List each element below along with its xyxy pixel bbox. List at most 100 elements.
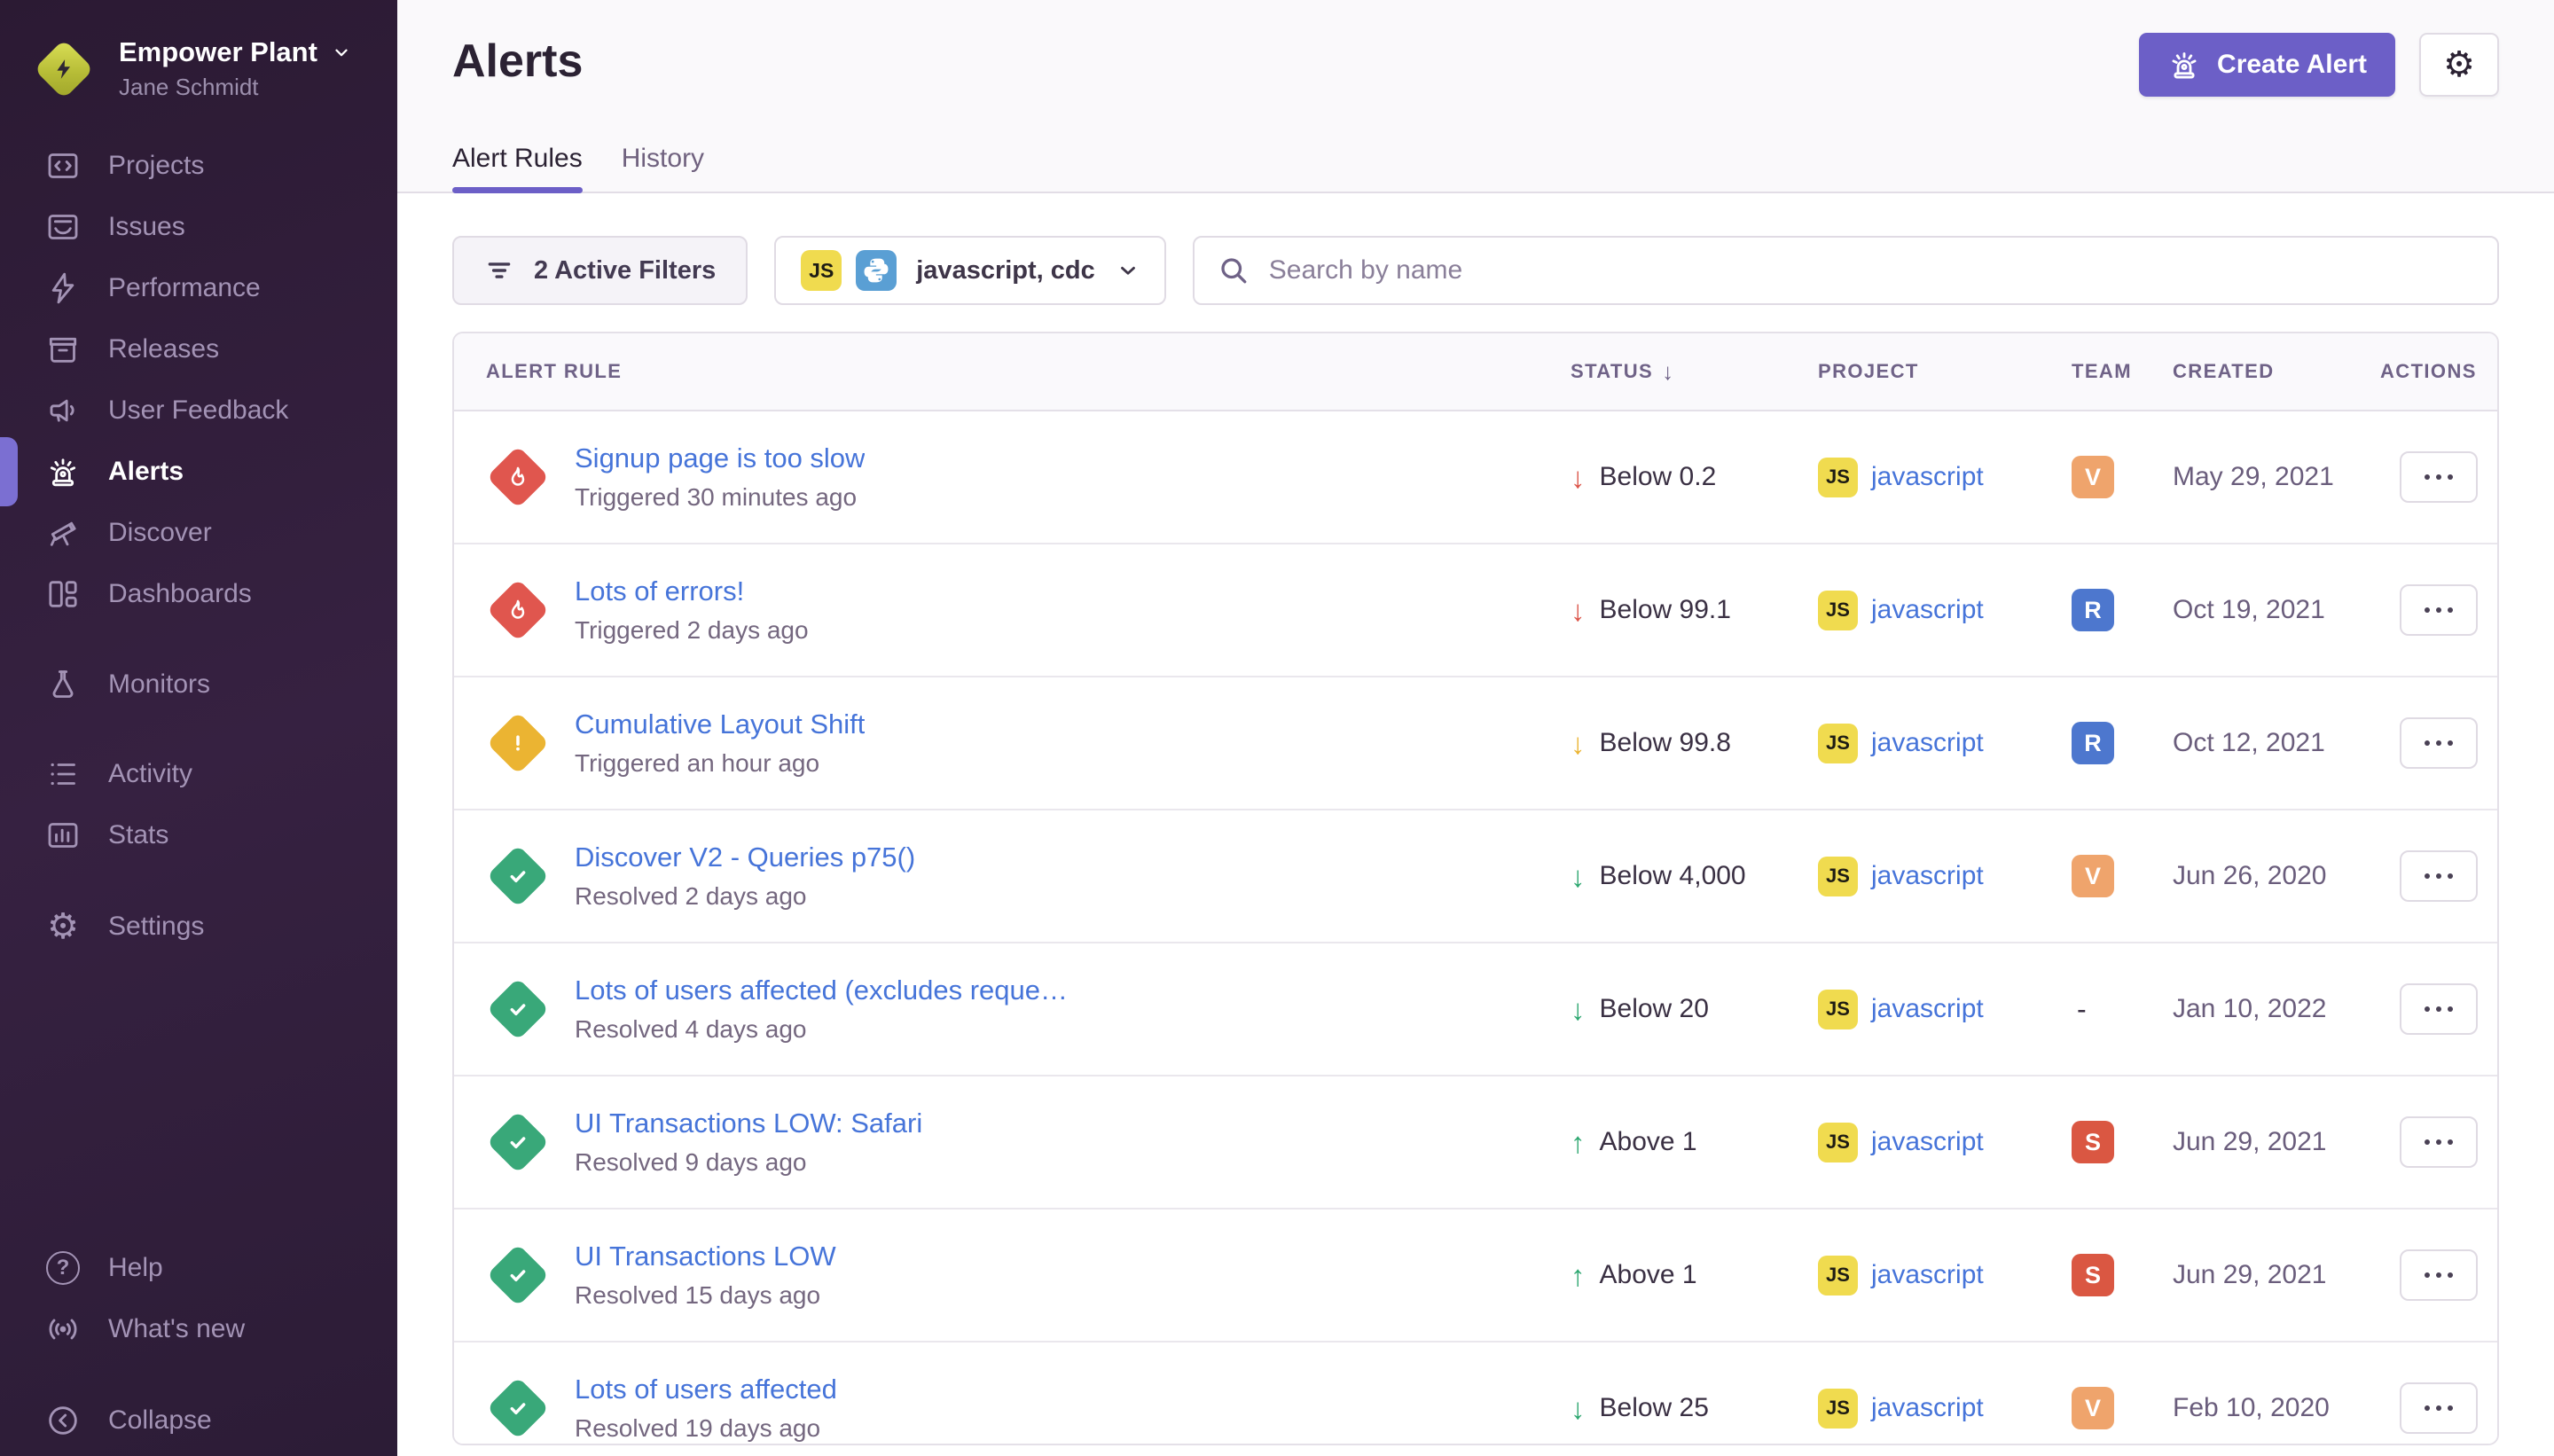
sidebar-item-label: What's new (108, 1314, 245, 1344)
sidebar-item-alerts[interactable]: Alerts (0, 441, 397, 502)
row-actions-button[interactable] (2400, 983, 2478, 1035)
alert-title-link[interactable]: Signup page is too slow (575, 442, 865, 474)
sidebar-item-monitors[interactable]: Monitors (0, 654, 397, 715)
alert-title-link[interactable]: Lots of users affected (excludes reque… (575, 975, 1068, 1006)
project-link[interactable]: javascript (1871, 728, 1984, 758)
actions-cell (2380, 1382, 2497, 1434)
project-link[interactable]: javascript (1871, 1127, 1984, 1157)
status-cell: ↓ Below 99.1 (1571, 595, 1818, 625)
alert-title-link[interactable]: Cumulative Layout Shift (575, 708, 865, 740)
row-actions-button[interactable] (2400, 717, 2478, 769)
stats-icon (44, 817, 82, 854)
status-value: Below 0.2 (1600, 462, 1717, 492)
row-actions-button[interactable] (2400, 1382, 2478, 1434)
alert-rule-cell: Lots of users affected (excludes reque… … (454, 975, 1571, 1044)
project-selector-dropdown[interactable]: JS javascript, cdc (774, 236, 1166, 305)
alerts-icon (44, 453, 82, 490)
filter-icon (484, 255, 514, 286)
search-input[interactable] (1267, 254, 2474, 286)
resolved-severity-icon (486, 1110, 550, 1174)
status-cell: ↓ Below 0.2 (1571, 462, 1818, 492)
alert-title-link[interactable]: Lots of errors! (575, 575, 809, 607)
settings-gear-button[interactable]: ⚙ (2419, 33, 2499, 97)
warning-severity-icon (486, 711, 550, 775)
row-actions-button[interactable] (2400, 850, 2478, 902)
sidebar-nav: ProjectsIssuesPerformance Releases User Fe… (0, 112, 397, 957)
table-row: Lots of users affected (excludes reque… … (454, 943, 2497, 1076)
created-date: Jun 29, 2021 (2173, 1260, 2380, 1290)
project-cell: JS javascript (1818, 591, 2072, 630)
table-row: Lots of errors! Triggered 2 days ago ↓ B… (454, 544, 2497, 677)
sidebar-item-dashboards[interactable]: Dashboards (0, 563, 397, 624)
alert-title-link[interactable]: Discover V2 - Queries p75() (575, 842, 915, 873)
tab-alert-rules[interactable]: Alert Rules (452, 144, 583, 192)
project-cell: JS javascript (1818, 1256, 2072, 1296)
sidebar-item-performance[interactable]: Performance (0, 257, 397, 318)
row-actions-button[interactable] (2400, 1116, 2478, 1168)
sidebar-item-settings[interactable]: ⚙Settings (0, 896, 397, 957)
resolved-severity-icon (486, 844, 550, 908)
status-direction-icon: ↓ (1571, 995, 1586, 1024)
resolved-severity-icon (486, 1243, 550, 1307)
column-header-project: PROJECT (1818, 360, 2072, 383)
alert-title-link[interactable]: Lots of users affected (575, 1374, 837, 1405)
project-link[interactable]: javascript (1871, 994, 1984, 1024)
project-selector-value: javascript, cdc (916, 256, 1095, 286)
sidebar-item-projects[interactable]: Projects (0, 135, 397, 196)
alert-title-link[interactable]: UI Transactions LOW (575, 1241, 836, 1272)
create-alert-button[interactable]: Create Alert (2139, 33, 2395, 97)
status-direction-icon: ↓ (1571, 596, 1586, 625)
org-switcher[interactable]: Empower Plant Jane Schmidt (0, 27, 397, 112)
project-link[interactable]: javascript (1871, 1393, 1984, 1423)
sidebar-item-help[interactable]: ?Help (0, 1237, 397, 1298)
javascript-project-icon: JS (1818, 591, 1858, 630)
alert-rule-cell: Cumulative Layout Shift Triggered an hou… (454, 708, 1571, 778)
sidebar-item-label: Discover (108, 518, 212, 548)
javascript-project-icon: JS (1818, 724, 1858, 763)
resolved-severity-icon (486, 1376, 550, 1440)
sidebar-item-stats[interactable]: Stats (0, 804, 397, 865)
sidebar-item-discover[interactable]: Discover (0, 502, 397, 563)
lightning-bolt-icon (52, 58, 75, 81)
collapse-icon (44, 1402, 82, 1439)
sidebar-item-label: Releases (108, 334, 219, 364)
status-value: Above 1 (1600, 1127, 1697, 1157)
sidebar-item-what-s-new[interactable]: What's new (0, 1298, 397, 1359)
sort-descending-icon: ↓ (1662, 358, 1674, 386)
actions-cell (2380, 1249, 2497, 1301)
sidebar-item-activity[interactable]: Activity (0, 743, 397, 804)
row-actions-button[interactable] (2400, 451, 2478, 503)
discover-icon (44, 514, 82, 552)
row-actions-button[interactable] (2400, 584, 2478, 636)
sidebar-item-issues[interactable]: Issues (0, 196, 397, 257)
team-cell: S (2072, 1254, 2173, 1296)
table-row: Cumulative Layout Shift Triggered an hou… (454, 677, 2497, 810)
project-link[interactable]: javascript (1871, 462, 1984, 492)
projects-icon (44, 147, 82, 184)
project-link[interactable]: javascript (1871, 861, 1984, 891)
sidebar: Empower Plant Jane Schmidt ProjectsIssue… (0, 0, 397, 1456)
sidebar-item-collapse[interactable]: Collapse (0, 1389, 397, 1451)
row-actions-button[interactable] (2400, 1249, 2478, 1301)
tab-history[interactable]: History (622, 144, 704, 192)
project-link[interactable]: javascript (1871, 595, 1984, 625)
actions-cell (2380, 1116, 2497, 1168)
alert-rule-cell: Discover V2 - Queries p75() Resolved 2 d… (454, 842, 1571, 911)
sidebar-section-1: Monitors (0, 654, 397, 715)
alert-rule-cell: UI Transactions LOW Resolved 15 days ago (454, 1241, 1571, 1310)
sidebar-item-user-feedback[interactable]: User Feedback (0, 380, 397, 441)
alert-rules-table: ALERT RULE STATUS ↓ PROJECT TEAM CREATED… (452, 332, 2499, 1445)
sidebar-item-label: Collapse (108, 1405, 212, 1436)
project-cell: JS javascript (1818, 1389, 2072, 1429)
active-filters-button[interactable]: 2 Active Filters (452, 236, 748, 305)
alert-title-link[interactable]: UI Transactions LOW: Safari (575, 1108, 922, 1139)
tab-bar: Alert Rules History (452, 144, 2499, 192)
sidebar-item-releases[interactable]: Releases (0, 318, 397, 380)
project-link[interactable]: javascript (1871, 1260, 1984, 1290)
status-cell: ↓ Below 25 (1571, 1393, 1818, 1423)
resolved-severity-icon (486, 977, 550, 1041)
column-header-status[interactable]: STATUS ↓ (1571, 358, 1818, 386)
active-filters-label: 2 Active Filters (534, 256, 716, 286)
table-row: Lots of users affected Resolved 19 days … (454, 1342, 2497, 1445)
table-body: Signup page is too slow Triggered 30 min… (454, 411, 2497, 1445)
